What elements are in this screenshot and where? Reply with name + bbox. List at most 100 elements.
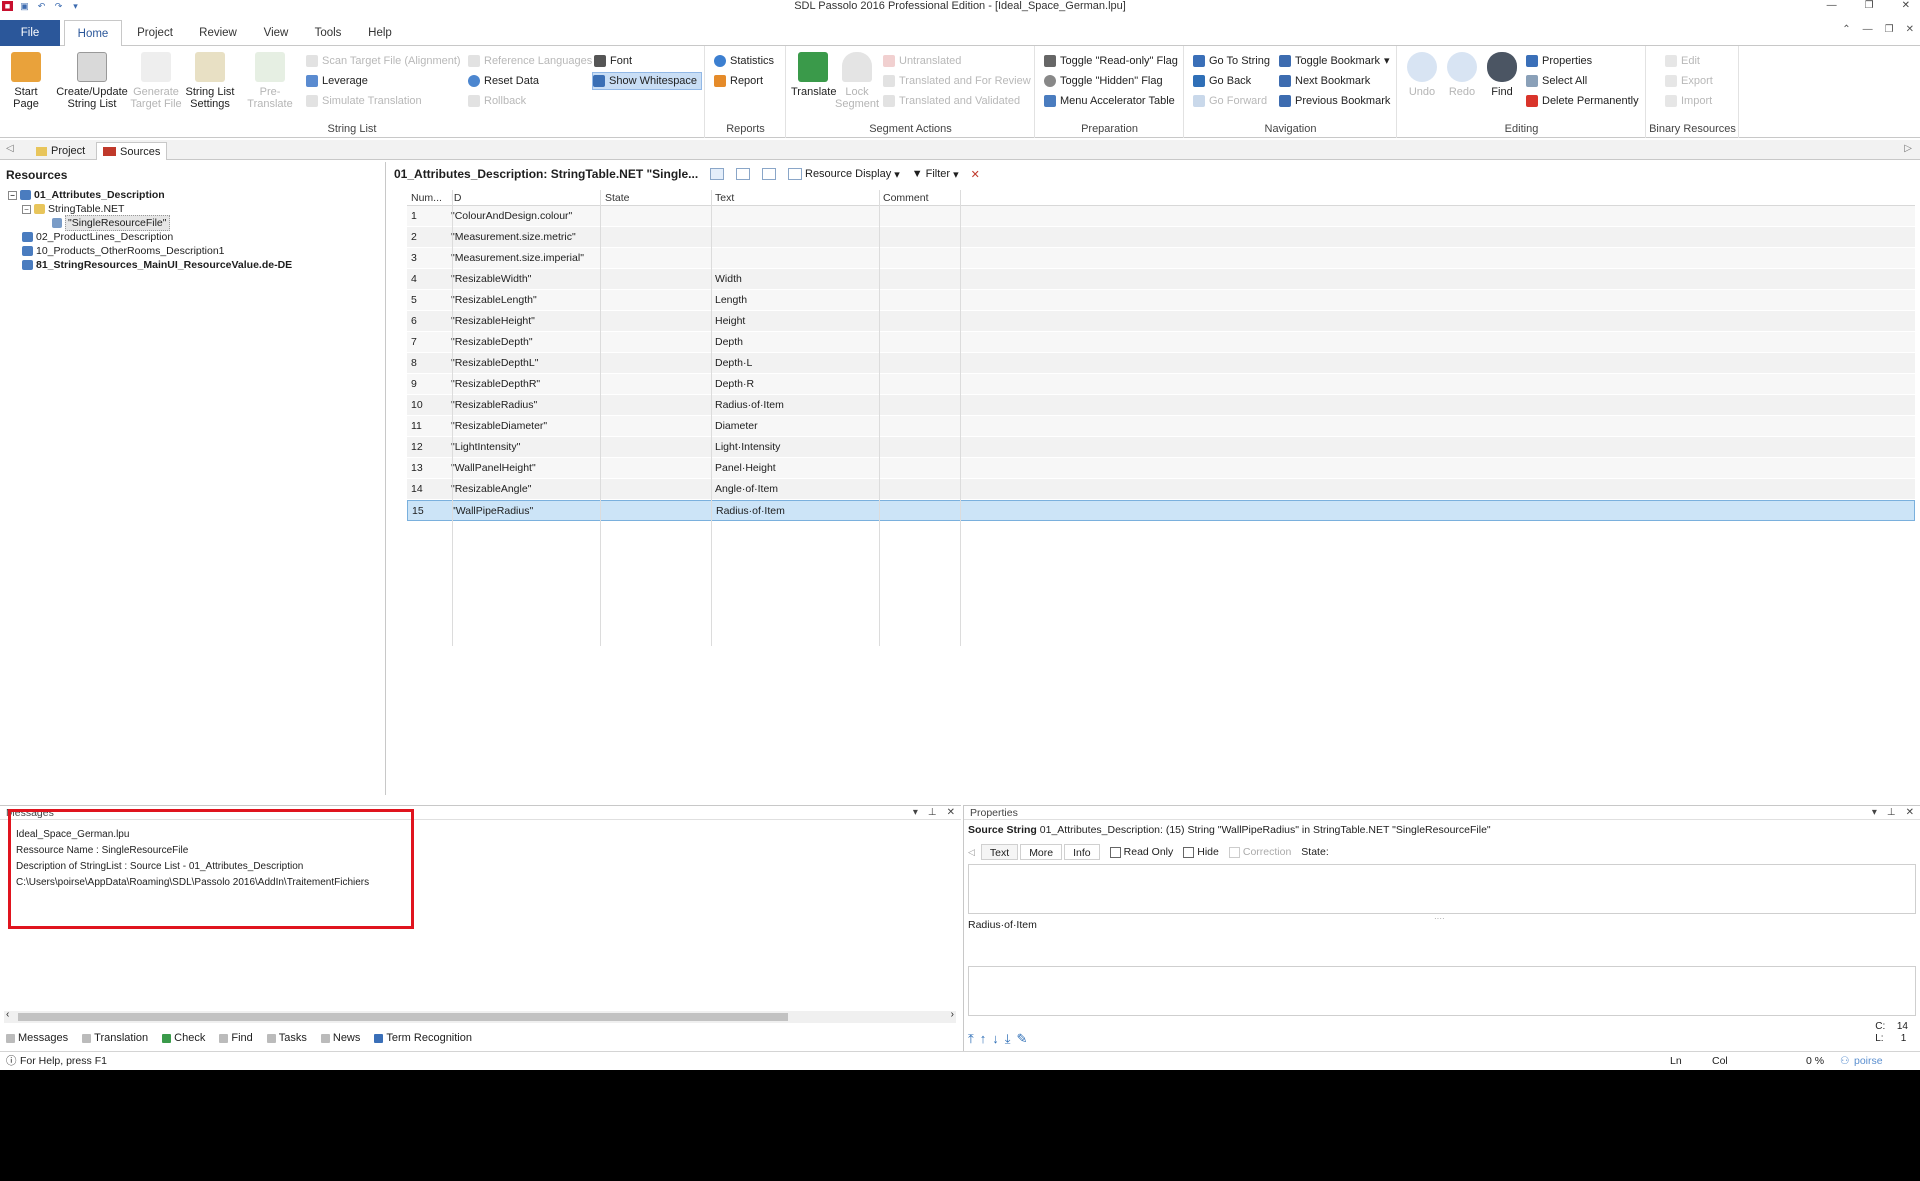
tab-tools[interactable]: Tools xyxy=(308,20,348,46)
translated-validated-button[interactable]: Translated and Validated xyxy=(883,92,1020,110)
resource-display-button[interactable]: Resource Display ▾ xyxy=(788,168,900,181)
tree-node-productlines[interactable]: 02_ProductLines_Description xyxy=(22,230,173,244)
source-text-box[interactable] xyxy=(968,864,1916,914)
collapse-icon[interactable]: − xyxy=(8,190,17,200)
properties-button[interactable]: Properties xyxy=(1526,52,1592,70)
reference-languages-button[interactable]: Reference Languages xyxy=(468,52,592,70)
tree-node-stringtable[interactable]: − StringTable.NET xyxy=(22,202,124,216)
tab-translation[interactable]: Translation xyxy=(82,1032,148,1044)
scroll-right-icon[interactable]: › xyxy=(951,1009,954,1020)
edit-binary-button[interactable]: Edit xyxy=(1665,52,1700,70)
doc-minimize-icon[interactable]: — xyxy=(1863,24,1873,35)
tool-icon[interactable]: ✎ xyxy=(1017,1031,1028,1047)
create-update-button[interactable]: Create/Update String List xyxy=(54,52,130,110)
table-row[interactable]: 2 "Measurement.size.metric" xyxy=(407,227,1915,248)
correction-checkbox[interactable]: Correction xyxy=(1228,846,1291,858)
tab-news[interactable]: News xyxy=(320,1032,360,1044)
find-button[interactable]: Find xyxy=(1482,52,1522,98)
redo-button[interactable]: Redo xyxy=(1442,52,1482,98)
horizontal-scrollbar[interactable]: ‹ › xyxy=(4,1009,956,1023)
column-num[interactable]: Num... xyxy=(411,192,442,204)
go-back-button[interactable]: Go Back xyxy=(1193,72,1251,90)
leverage-button[interactable]: Leverage xyxy=(306,72,368,90)
split-view-button[interactable] xyxy=(762,168,776,180)
scan-target-button[interactable]: Scan Target File (Alignment) xyxy=(306,52,461,70)
previous-bookmark-button[interactable]: Previous Bookmark xyxy=(1279,92,1390,110)
delete-permanently-button[interactable]: Delete Permanently xyxy=(1526,92,1639,110)
table-row[interactable]: 15 "WallPipeRadius" Radius·of·Item xyxy=(407,500,1915,521)
table-row[interactable]: 9 "ResizableDepthR" Depth·R xyxy=(407,374,1915,395)
simulate-translation-button[interactable]: Simulate Translation xyxy=(306,92,422,110)
pin-icon[interactable]: ⊥ xyxy=(928,806,937,820)
table-row[interactable]: 10 "ResizableRadius" Radius·of·Item xyxy=(407,395,1915,416)
go-forward-button[interactable]: Go Forward xyxy=(1193,92,1267,110)
undo-button[interactable]: Undo xyxy=(1402,52,1442,98)
toggle-hidden-button[interactable]: Toggle "Hidden" Flag xyxy=(1044,72,1163,90)
dropdown-icon[interactable]: ▾ xyxy=(1872,806,1877,820)
list-view-button[interactable] xyxy=(736,168,750,180)
column-text[interactable]: Text xyxy=(715,192,734,204)
tab-review[interactable]: Review xyxy=(194,20,242,46)
statistics-button[interactable]: Statistics xyxy=(714,52,774,70)
table-row[interactable]: 12 "LightIntensity" Light·Intensity xyxy=(407,437,1915,458)
table-row[interactable]: 13 "WallPanelHeight" Panel·Height xyxy=(407,458,1915,479)
minimize-icon[interactable]: — xyxy=(1827,0,1837,12)
font-button[interactable]: Font xyxy=(594,52,632,70)
scroll-right-icon[interactable]: ▷ xyxy=(1904,143,1912,154)
tab-check[interactable]: Check xyxy=(162,1032,205,1044)
tree-node-stringresources[interactable]: 81_StringResources_MainUI_ResourceValue.… xyxy=(22,258,292,272)
comment-box[interactable] xyxy=(968,966,1916,1016)
pin-icon[interactable]: ⊥ xyxy=(1887,806,1896,820)
table-row[interactable]: 7 "ResizableDepth" Depth xyxy=(407,332,1915,353)
tab-find[interactable]: Find xyxy=(219,1032,253,1044)
table-row[interactable]: 11 "ResizableDiameter" Diameter xyxy=(407,416,1915,437)
close-icon[interactable]: ✕ xyxy=(1906,806,1914,820)
menu-file[interactable]: File xyxy=(0,20,60,46)
tab-project-view[interactable]: Project xyxy=(30,142,91,160)
dropdown-icon[interactable]: ▾ xyxy=(913,806,918,820)
rollback-button[interactable]: Rollback xyxy=(468,92,526,110)
previous-string-icon[interactable]: ↑ xyxy=(980,1031,987,1047)
export-binary-button[interactable]: Export xyxy=(1665,72,1713,90)
tab-view[interactable]: View xyxy=(256,20,296,46)
tab-more[interactable]: More xyxy=(1020,844,1063,860)
doc-close-icon[interactable]: ✕ xyxy=(1906,24,1914,35)
scroll-left-icon[interactable]: ◁ xyxy=(6,143,14,154)
last-string-icon[interactable]: ⤓ xyxy=(1005,1031,1011,1047)
splitter-grip[interactable]: ···· xyxy=(1434,914,1445,923)
clear-filter-button[interactable]: ✕ xyxy=(971,168,980,181)
grid-view-button[interactable] xyxy=(710,168,724,180)
column-comment[interactable]: Comment xyxy=(883,192,929,204)
tree-node-single-resource-file[interactable]: "SingleResourceFile" xyxy=(52,215,170,231)
tree-node-products[interactable]: 10_Products_OtherRooms_Description1 xyxy=(22,244,225,258)
table-row[interactable]: 6 "ResizableHeight" Height xyxy=(407,311,1915,332)
next-bookmark-button[interactable]: Next Bookmark xyxy=(1279,72,1370,90)
translate-button[interactable]: Translate xyxy=(791,52,836,98)
pre-translate-button[interactable]: Pre-Translate xyxy=(238,52,302,110)
filter-button[interactable]: ▼ Filter ▾ xyxy=(912,168,959,181)
table-row[interactable]: 1 "ColourAndDesign.colour" xyxy=(407,206,1915,227)
go-to-string-button[interactable]: Go To String xyxy=(1193,52,1270,70)
tab-text[interactable]: Text xyxy=(980,844,1019,860)
tab-info[interactable]: Info xyxy=(1064,844,1100,860)
tree-node-attributes[interactable]: −01_Attributes_Description xyxy=(8,188,165,202)
next-string-icon[interactable]: ↓ xyxy=(992,1031,999,1047)
tab-messages[interactable]: Messages xyxy=(6,1032,68,1044)
hide-checkbox[interactable]: Hide xyxy=(1183,846,1219,858)
target-text-value[interactable]: Radius·of·Item xyxy=(968,919,1037,931)
reset-data-button[interactable]: Reset Data xyxy=(468,72,539,90)
lock-segment-button[interactable]: Lock Segment xyxy=(835,52,879,110)
toggle-bookmark-button[interactable]: Toggle Bookmark ▾ xyxy=(1279,52,1390,70)
menu-accelerator-button[interactable]: Menu Accelerator Table xyxy=(1044,92,1175,110)
tab-sources[interactable]: Sources xyxy=(96,142,168,160)
untranslated-button[interactable]: Untranslated xyxy=(883,52,961,70)
collapse-icon[interactable]: − xyxy=(22,204,31,214)
doc-restore-icon[interactable]: ❐ xyxy=(1885,24,1894,35)
restore-icon[interactable]: ❐ xyxy=(1865,0,1874,12)
tab-term-recognition[interactable]: Term Recognition xyxy=(374,1032,472,1044)
tab-tasks[interactable]: Tasks xyxy=(266,1032,307,1044)
read-only-checkbox[interactable]: Read Only xyxy=(1109,846,1173,858)
tab-help[interactable]: Help xyxy=(360,20,400,46)
close-icon[interactable]: ✕ xyxy=(947,806,955,820)
table-row[interactable]: 8 "ResizableDepthL" Depth·L xyxy=(407,353,1915,374)
